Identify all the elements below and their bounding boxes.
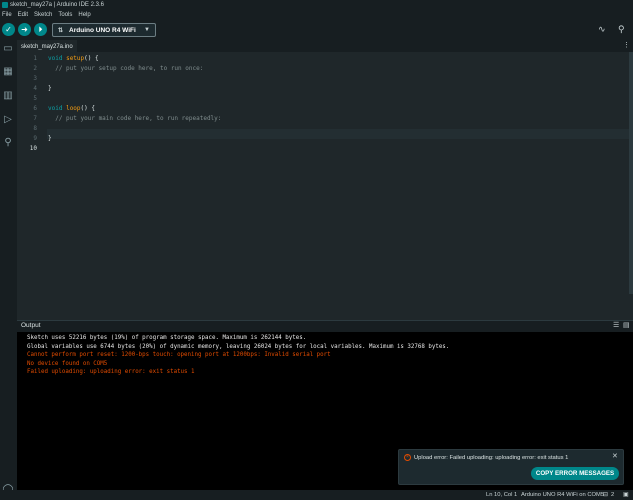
line-number-active: 10 <box>29 145 37 152</box>
boards-manager-icon[interactable]: ▦ <box>2 66 14 78</box>
verify-button[interactable]: ✓ <box>2 23 15 36</box>
line-number: 8 <box>33 125 37 132</box>
output-error-line: Cannot perform port reset: 1200-bps touc… <box>27 352 331 358</box>
code-text: () { <box>80 105 95 112</box>
line-gutter: 1 2 3 4 5 6 7 8 9 10 <box>17 52 47 320</box>
line-number: 6 <box>33 105 37 112</box>
debug-panel-icon[interactable]: ▷ <box>2 114 14 126</box>
menu-help[interactable]: Help <box>76 12 90 18</box>
code-text: () { <box>84 55 99 62</box>
more-tabs-icon[interactable]: ⋮ <box>623 41 630 49</box>
error-icon: × <box>404 454 411 461</box>
usb-icon: ⇅ <box>58 27 64 34</box>
menu-bar: File Edit Sketch Tools Help <box>0 10 633 20</box>
copy-error-messages-button[interactable]: COPY ERROR MESSAGES <box>531 467 619 480</box>
line-number: 4 <box>33 85 37 92</box>
chevron-down-icon: ▼ <box>144 27 150 33</box>
menu-tools[interactable]: Tools <box>56 12 72 18</box>
code-line: void setup() { <box>48 54 99 64</box>
upload-button[interactable]: ➜ <box>18 23 31 36</box>
editor-scrollbar-thumb[interactable] <box>629 52 633 294</box>
output-title: Output <box>21 322 41 329</box>
line-number: 5 <box>33 95 37 102</box>
activity-bar: ▭ ▦ ▥ ▷ ⚲ ◯ <box>0 40 17 500</box>
debug-icon: ⏵ <box>38 25 43 34</box>
menu-edit[interactable]: Edit <box>16 12 28 18</box>
menu-sketch[interactable]: Sketch <box>32 12 52 18</box>
output-header <box>17 320 633 332</box>
arrow-right-icon: ➜ <box>21 25 28 34</box>
notification-message: Upload error: Failed uploading: uploadin… <box>414 455 569 461</box>
sketchbook-icon[interactable]: ▭ <box>2 43 14 55</box>
editor-tab-bar <box>17 40 633 52</box>
line-number: 2 <box>33 65 37 72</box>
search-icon[interactable]: ⚲ <box>2 137 14 149</box>
line-number: 9 <box>33 135 37 142</box>
output-line: Global variables use 6744 bytes (20%) of… <box>27 343 450 350</box>
bell-icon[interactable]: ▣ <box>623 490 628 500</box>
window-title: sketch_may27a | Arduino IDE 2.3.6 <box>10 2 104 8</box>
cursor-position[interactable]: Ln 10, Col 1 <box>486 490 517 500</box>
notification-count[interactable]: 2 <box>611 490 614 500</box>
debug-button[interactable]: ⏵ <box>34 23 47 36</box>
library-manager-icon[interactable]: ▥ <box>2 90 14 102</box>
current-line-highlight <box>47 129 633 139</box>
line-number: 7 <box>33 115 37 122</box>
output-error-line: No device found on COM5 <box>27 360 108 367</box>
code-comment: // put your main code here, to run repea… <box>48 115 222 122</box>
keyword: void <box>48 55 63 62</box>
keyword: void <box>48 105 63 112</box>
tab-sketch[interactable]: sketch_may27a.ino <box>17 40 77 52</box>
serial-plotter-icon[interactable]: ∿ <box>598 24 606 35</box>
menu-file[interactable]: File <box>0 12 12 18</box>
line-number: 3 <box>33 75 37 82</box>
clear-output-icon[interactable]: ☰ <box>613 321 619 331</box>
function-name: loop <box>66 105 81 112</box>
function-name: setup <box>66 55 85 62</box>
code-line: } <box>48 135 52 142</box>
board-port-status[interactable]: Arduino UNO R4 WiFi on COM5 <box>521 490 604 500</box>
title-bar: sketch_may27a | Arduino IDE 2.3.6 <box>0 0 633 10</box>
code-editor[interactable]: 1 2 3 4 5 6 7 8 9 10 void setup() { // p… <box>17 52 633 320</box>
close-icon[interactable]: ✕ <box>612 452 618 462</box>
code-line: } <box>48 85 52 92</box>
check-icon: ✓ <box>5 25 12 34</box>
output-line: Sketch uses 52216 bytes (19%) of program… <box>27 335 307 341</box>
lock-scroll-icon[interactable]: ▤ <box>623 321 630 331</box>
arduino-logo-icon <box>2 2 8 8</box>
serial-monitor-icon[interactable]: ⚲ <box>618 24 625 35</box>
line-number: 1 <box>33 55 37 62</box>
board-selector[interactable]: ⇅ Arduino UNO R4 WiFi ▼ <box>52 23 156 37</box>
output-error-line: Failed uploading: uploading error: exit … <box>27 369 195 375</box>
notifications-icon[interactable]: ⊟ <box>603 490 608 500</box>
code-line: void loop() { <box>48 104 95 114</box>
board-label: Arduino UNO R4 WiFi <box>69 26 136 34</box>
code-comment: // put your setup code here, to run once… <box>48 65 204 72</box>
